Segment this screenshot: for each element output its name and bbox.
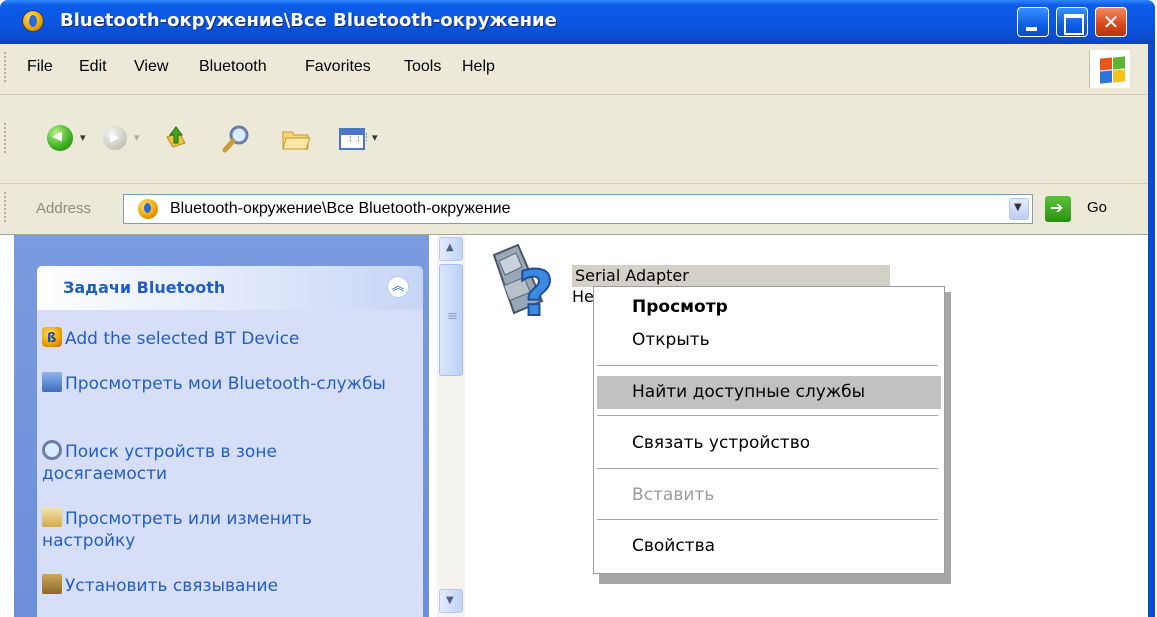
- address-dropdown-button[interactable]: [1009, 198, 1029, 220]
- forward-icon[interactable]: [103, 126, 127, 150]
- device-unknown-icon[interactable]: ?: [484, 241, 560, 337]
- menu-bar: File Edit View Bluetooth Favorites Tools…: [0, 44, 1155, 95]
- tasks-panel-header[interactable]: Задачи Bluetooth: [37, 266, 423, 310]
- close-icon: ✕: [1102, 10, 1120, 34]
- computer-icon: [42, 372, 62, 392]
- folders-icon[interactable]: [281, 127, 311, 151]
- menu-view[interactable]: View: [134, 58, 168, 76]
- scroll-up-button[interactable]: [439, 237, 463, 261]
- menu-item-paste[interactable]: Вставить: [597, 479, 941, 512]
- close-button[interactable]: ✕: [1095, 7, 1127, 37]
- task-pairing[interactable]: Установить связывание: [42, 574, 387, 597]
- task-label: Просмотреть мои Bluetooth-службы: [65, 374, 386, 394]
- go-button[interactable]: Go: [1087, 199, 1107, 216]
- menu-favorites[interactable]: Favorites: [305, 58, 371, 76]
- menu-separator: [597, 519, 938, 520]
- address-input[interactable]: Bluetooth-окружение\Все Bluetooth-окруже…: [123, 194, 1033, 224]
- task-label: Установить связывание: [65, 576, 279, 596]
- title-bar[interactable]: Bluetooth-окружение\Все Bluetooth-окруже…: [0, 0, 1155, 44]
- svg-text:?: ?: [518, 257, 554, 330]
- menu-separator: [597, 468, 938, 469]
- bluetooth-globe-icon: [22, 10, 44, 32]
- task-label: Поиск устройств в зоне досягаемости: [42, 442, 277, 484]
- task-label: Add the selected BT Device: [65, 329, 300, 349]
- task-label: Просмотреть или изменить настройку: [42, 509, 312, 551]
- scroll-down-button[interactable]: [439, 589, 463, 613]
- keys-icon: [42, 574, 62, 594]
- menu-separator: [597, 415, 938, 416]
- menu-separator: [597, 365, 938, 366]
- menu-item-pair-device[interactable]: Связать устройство: [597, 427, 941, 460]
- task-search-devices[interactable]: Поиск устройств в зоне досягаемости: [42, 440, 387, 485]
- windows-logo-icon: [1089, 50, 1130, 88]
- search-icon[interactable]: [221, 123, 251, 153]
- menu-bluetooth[interactable]: Bluetooth: [199, 58, 267, 76]
- go-arrow-icon[interactable]: [1045, 196, 1071, 222]
- window-title: Bluetooth-окружение\Все Bluetooth-окруже…: [60, 10, 557, 31]
- logo-blue-pane: [1100, 70, 1112, 84]
- logo-red-pane: [1100, 57, 1112, 71]
- address-value[interactable]: Bluetooth-окружение\Все Bluetooth-окруже…: [170, 200, 510, 218]
- maximize-icon: [1057, 8, 1087, 36]
- scroll-thumb[interactable]: [439, 264, 463, 376]
- maximize-button[interactable]: [1056, 7, 1088, 37]
- content-area: Задачи Bluetooth Add the selected BT Dev…: [0, 235, 1155, 617]
- menu-file[interactable]: File: [27, 58, 53, 76]
- tasks-panel-title: Задачи Bluetooth: [63, 278, 226, 297]
- logo-green-pane: [1113, 56, 1125, 70]
- device-status-label: Не: [572, 287, 594, 306]
- tasks-panel-body: Add the selected BT Device Просмотреть м…: [37, 310, 423, 617]
- menu-item-properties[interactable]: Свойства: [597, 530, 941, 563]
- views-icon[interactable]: [339, 128, 370, 150]
- standard-toolbar: ▾ ▾ ▾: [0, 95, 1155, 184]
- task-add-bt-device[interactable]: Add the selected BT Device: [42, 327, 387, 350]
- explorer-window: Bluetooth-окружение\Все Bluetooth-окруже…: [0, 0, 1155, 617]
- menubar-grip[interactable]: [4, 52, 9, 82]
- task-pane: Задачи Bluetooth Add the selected BT Dev…: [14, 235, 429, 617]
- back-dropdown-icon[interactable]: ▾: [80, 131, 86, 144]
- task-change-settings[interactable]: Просмотреть или изменить настройку: [42, 507, 387, 552]
- address-label: Address: [36, 200, 92, 217]
- back-icon[interactable]: [47, 125, 73, 151]
- addressbar-grip[interactable]: [4, 192, 9, 222]
- address-bar: Address Bluetooth-окружение\Все Bluetoot…: [0, 184, 1155, 235]
- up-folder-icon[interactable]: [163, 123, 189, 153]
- menu-item-view[interactable]: Просмотр: [597, 291, 941, 324]
- device-name-label[interactable]: Serial Adapter: [572, 265, 890, 287]
- window-right-border: [1148, 44, 1155, 617]
- menu-edit[interactable]: Edit: [79, 58, 107, 76]
- menu-tools[interactable]: Tools: [404, 58, 441, 76]
- views-dropdown-icon[interactable]: ▾: [372, 131, 378, 144]
- minimize-button[interactable]: [1017, 7, 1049, 37]
- logo-yellow-pane: [1113, 69, 1125, 83]
- task-view-services[interactable]: Просмотреть мои Bluetooth-службы: [42, 372, 387, 395]
- menu-item-find-services[interactable]: Найти доступные службы: [597, 376, 941, 409]
- vertical-scrollbar[interactable]: [437, 235, 465, 617]
- forward-dropdown-icon[interactable]: ▾: [134, 131, 140, 144]
- settings-icon: [42, 507, 62, 527]
- bluetooth-icon: [42, 327, 62, 350]
- bluetooth-globe-icon: [138, 199, 158, 219]
- menu-item-open[interactable]: Открыть: [597, 324, 941, 357]
- minimize-icon: [1018, 8, 1048, 36]
- magnifier-icon: [42, 440, 62, 460]
- collapse-chevron-icon[interactable]: [387, 276, 409, 298]
- context-menu: Просмотр Открыть Найти доступные службы …: [593, 286, 945, 574]
- menu-help[interactable]: Help: [462, 58, 495, 76]
- toolbar-grip[interactable]: [4, 123, 9, 153]
